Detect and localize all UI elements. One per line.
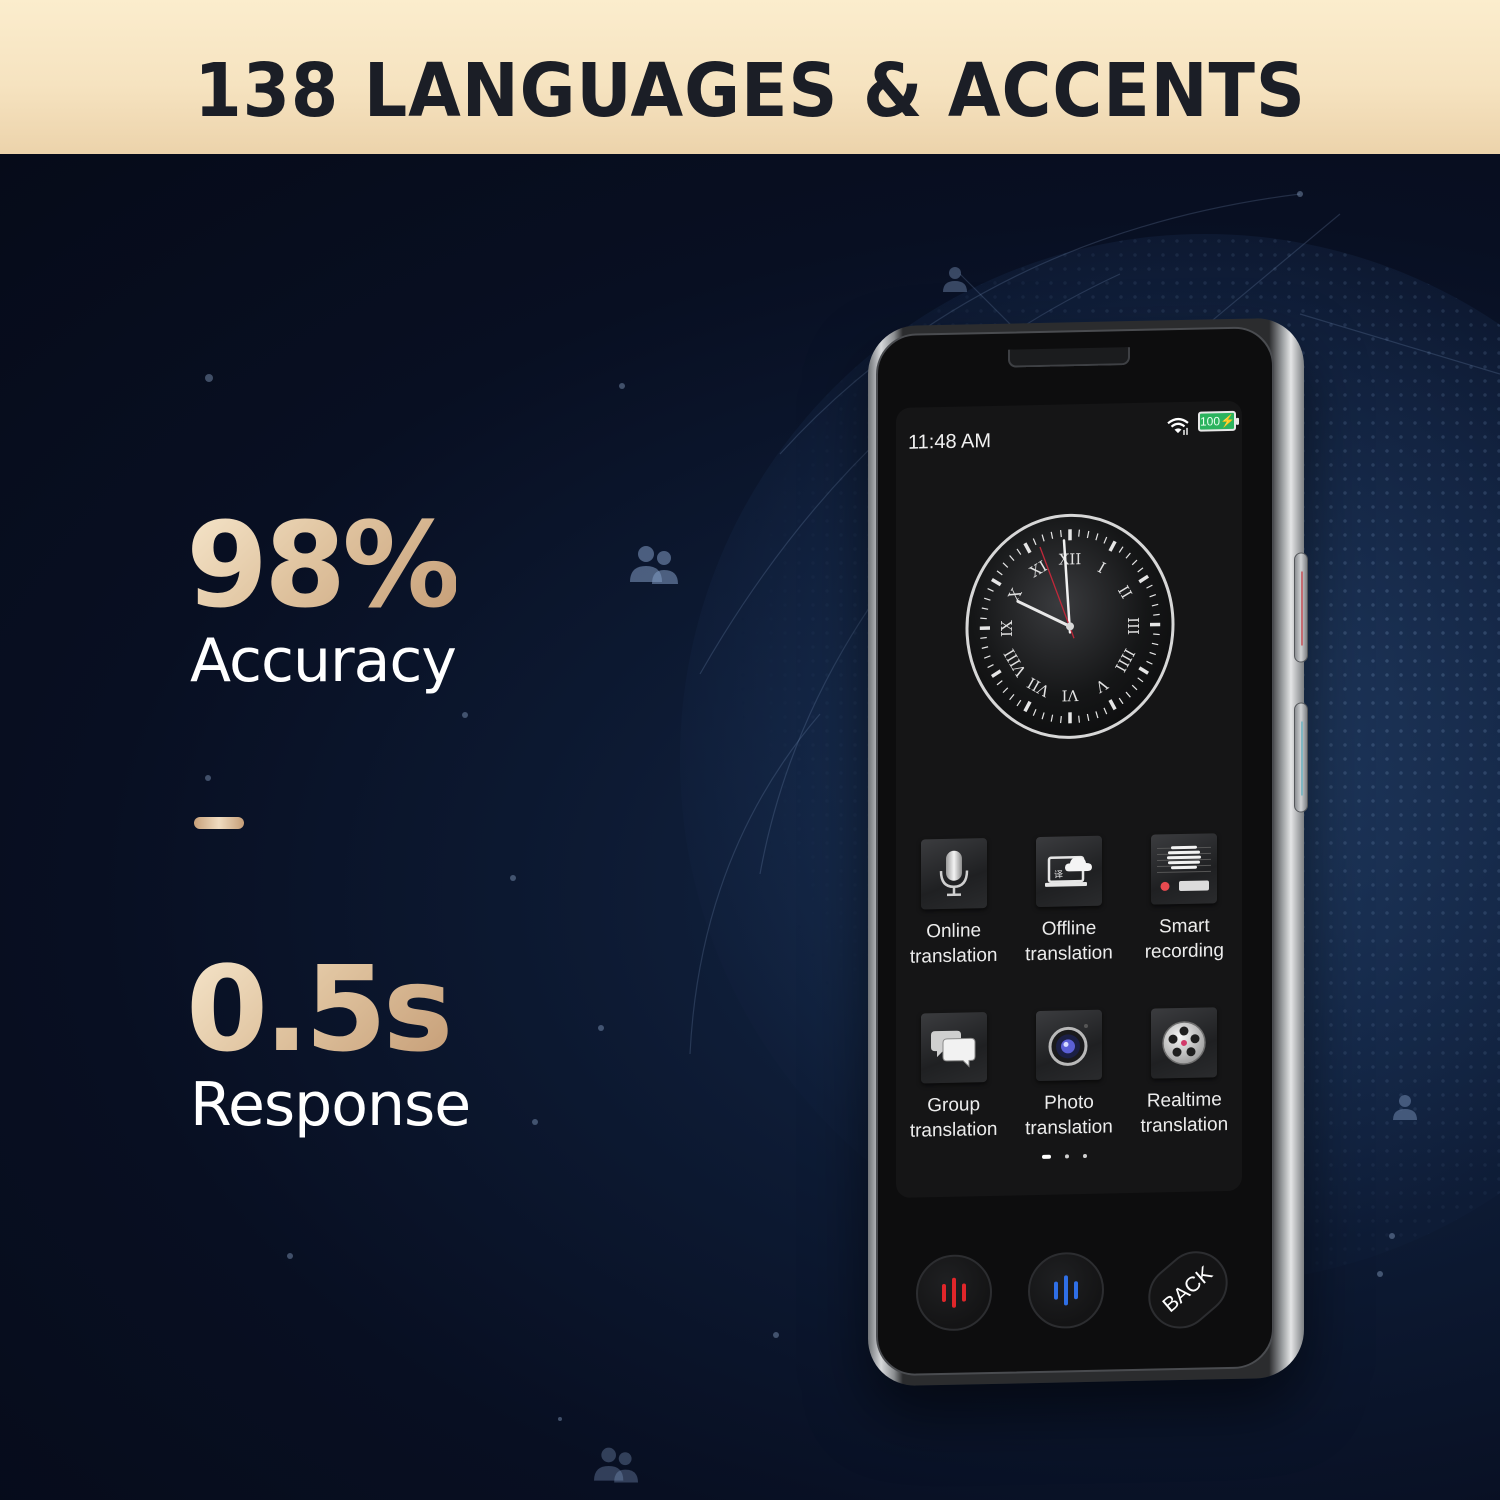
voice-wave-icon xyxy=(942,1277,966,1308)
clock-minute-tick xyxy=(1060,529,1062,538)
person-icon xyxy=(943,267,967,292)
app-label-line2: translation xyxy=(909,1118,998,1142)
translator-device: 11:48 AM 100⚡ XII I II III IIII V VI VII VIII IX X… xyxy=(868,317,1308,1387)
clock-minute-tick xyxy=(980,636,987,639)
people-group-icon xyxy=(630,546,678,584)
page-dot[interactable] xyxy=(1083,1153,1087,1159)
analog-clock-widget: XII IIIIIIIIIIVVIVIIVIIIIXXXI xyxy=(965,513,1175,739)
voice-button-red[interactable] xyxy=(916,1253,992,1332)
recorder-icon xyxy=(1157,845,1212,892)
laptop-cloud-icon: 译 xyxy=(1044,855,1092,887)
people-group-icon xyxy=(594,1447,638,1483)
clock-minute-tick xyxy=(1060,715,1062,724)
response-value: 0.5s xyxy=(186,940,453,1078)
svg-text:译: 译 xyxy=(1054,869,1063,880)
clock-minute-tick xyxy=(980,617,987,620)
app-group-translation[interactable]: Group translation xyxy=(896,1012,1011,1144)
accuracy-label: Accuracy xyxy=(190,626,457,696)
page-indicator xyxy=(1042,1153,1087,1159)
header-banner: 138 LANGUAGES & ACCENTS xyxy=(0,0,1500,154)
app-photo-translation[interactable]: Photo translation xyxy=(1011,1009,1126,1141)
app-grid: Onlinetranslation 译 Offlinetranslation xyxy=(896,833,1242,1144)
app-label-line1: Photo xyxy=(1044,1091,1094,1114)
side-key-accent xyxy=(1301,571,1303,646)
voice-button-blue[interactable] xyxy=(1028,1251,1104,1330)
side-key-lower[interactable] xyxy=(1294,702,1308,813)
clock-minute-tick xyxy=(1078,715,1080,723)
camera-icon xyxy=(1048,1023,1088,1066)
device-screen: 11:48 AM 100⚡ XII I II III IIII V VI VII VIII IX X… xyxy=(896,400,1242,1198)
banner-title: 138 LANGUAGES & ACCENTS xyxy=(194,48,1306,134)
side-key-upper[interactable] xyxy=(1294,552,1308,663)
back-button-label: BACK xyxy=(1158,1261,1217,1317)
clock-minute-tick xyxy=(1078,529,1080,537)
reel-icon xyxy=(1162,1021,1207,1065)
clock-numeral: XII xyxy=(1059,550,1082,568)
page-dot[interactable] xyxy=(1065,1154,1069,1159)
clock-numeral: VI xyxy=(1062,686,1080,704)
side-key-accent xyxy=(1301,721,1303,796)
charging-bolt-icon: ⚡ xyxy=(1220,413,1235,429)
app-label-line1: Smart xyxy=(1158,915,1210,938)
app-label-line2: translation xyxy=(1025,942,1113,966)
app-label-line1: Online xyxy=(926,920,982,943)
app-offline-translation[interactable]: 译 Offline translation xyxy=(1011,835,1126,967)
app-online-translation[interactable]: Online translation xyxy=(896,838,1011,970)
clock-minute-tick xyxy=(1153,633,1160,636)
clock-numeral: III xyxy=(1124,617,1142,635)
response-label: Response xyxy=(190,1070,471,1140)
app-smart-recording[interactable]: Smart recording xyxy=(1127,833,1242,965)
speaker-notch xyxy=(1008,347,1130,368)
app-realtime-translation[interactable]: Realtime translation xyxy=(1127,1007,1242,1139)
back-button[interactable]: BACK xyxy=(1135,1238,1241,1342)
app-label-line2: translation xyxy=(909,944,998,968)
person-icon xyxy=(1393,1095,1417,1120)
app-label-line1: Realtime xyxy=(1146,1089,1222,1112)
wifi-icon xyxy=(1167,417,1189,435)
gold-divider xyxy=(194,817,244,829)
device-face: 11:48 AM 100⚡ XII I II III IIII V VI VII VIII IX X… xyxy=(876,326,1274,1377)
clock-numeral: IX xyxy=(998,620,1016,637)
app-label-line2: translation xyxy=(1140,1114,1229,1137)
microphone-icon xyxy=(939,850,968,897)
app-label-line2: recording xyxy=(1144,940,1224,963)
page-dot-active[interactable] xyxy=(1042,1154,1051,1159)
app-label-line2: translation xyxy=(1025,1116,1113,1140)
battery-indicator: 100⚡ xyxy=(1198,410,1236,432)
accuracy-value: 98% xyxy=(186,496,460,634)
battery-level: 100 xyxy=(1200,414,1221,429)
chat-bubbles-icon xyxy=(930,1030,976,1068)
app-label-line1: Group xyxy=(927,1094,981,1117)
clock-minute-tick xyxy=(1153,613,1160,616)
app-label-line1: Offline xyxy=(1041,917,1097,940)
status-time: 11:48 AM xyxy=(908,429,992,454)
voice-wave-icon xyxy=(1054,1275,1078,1306)
